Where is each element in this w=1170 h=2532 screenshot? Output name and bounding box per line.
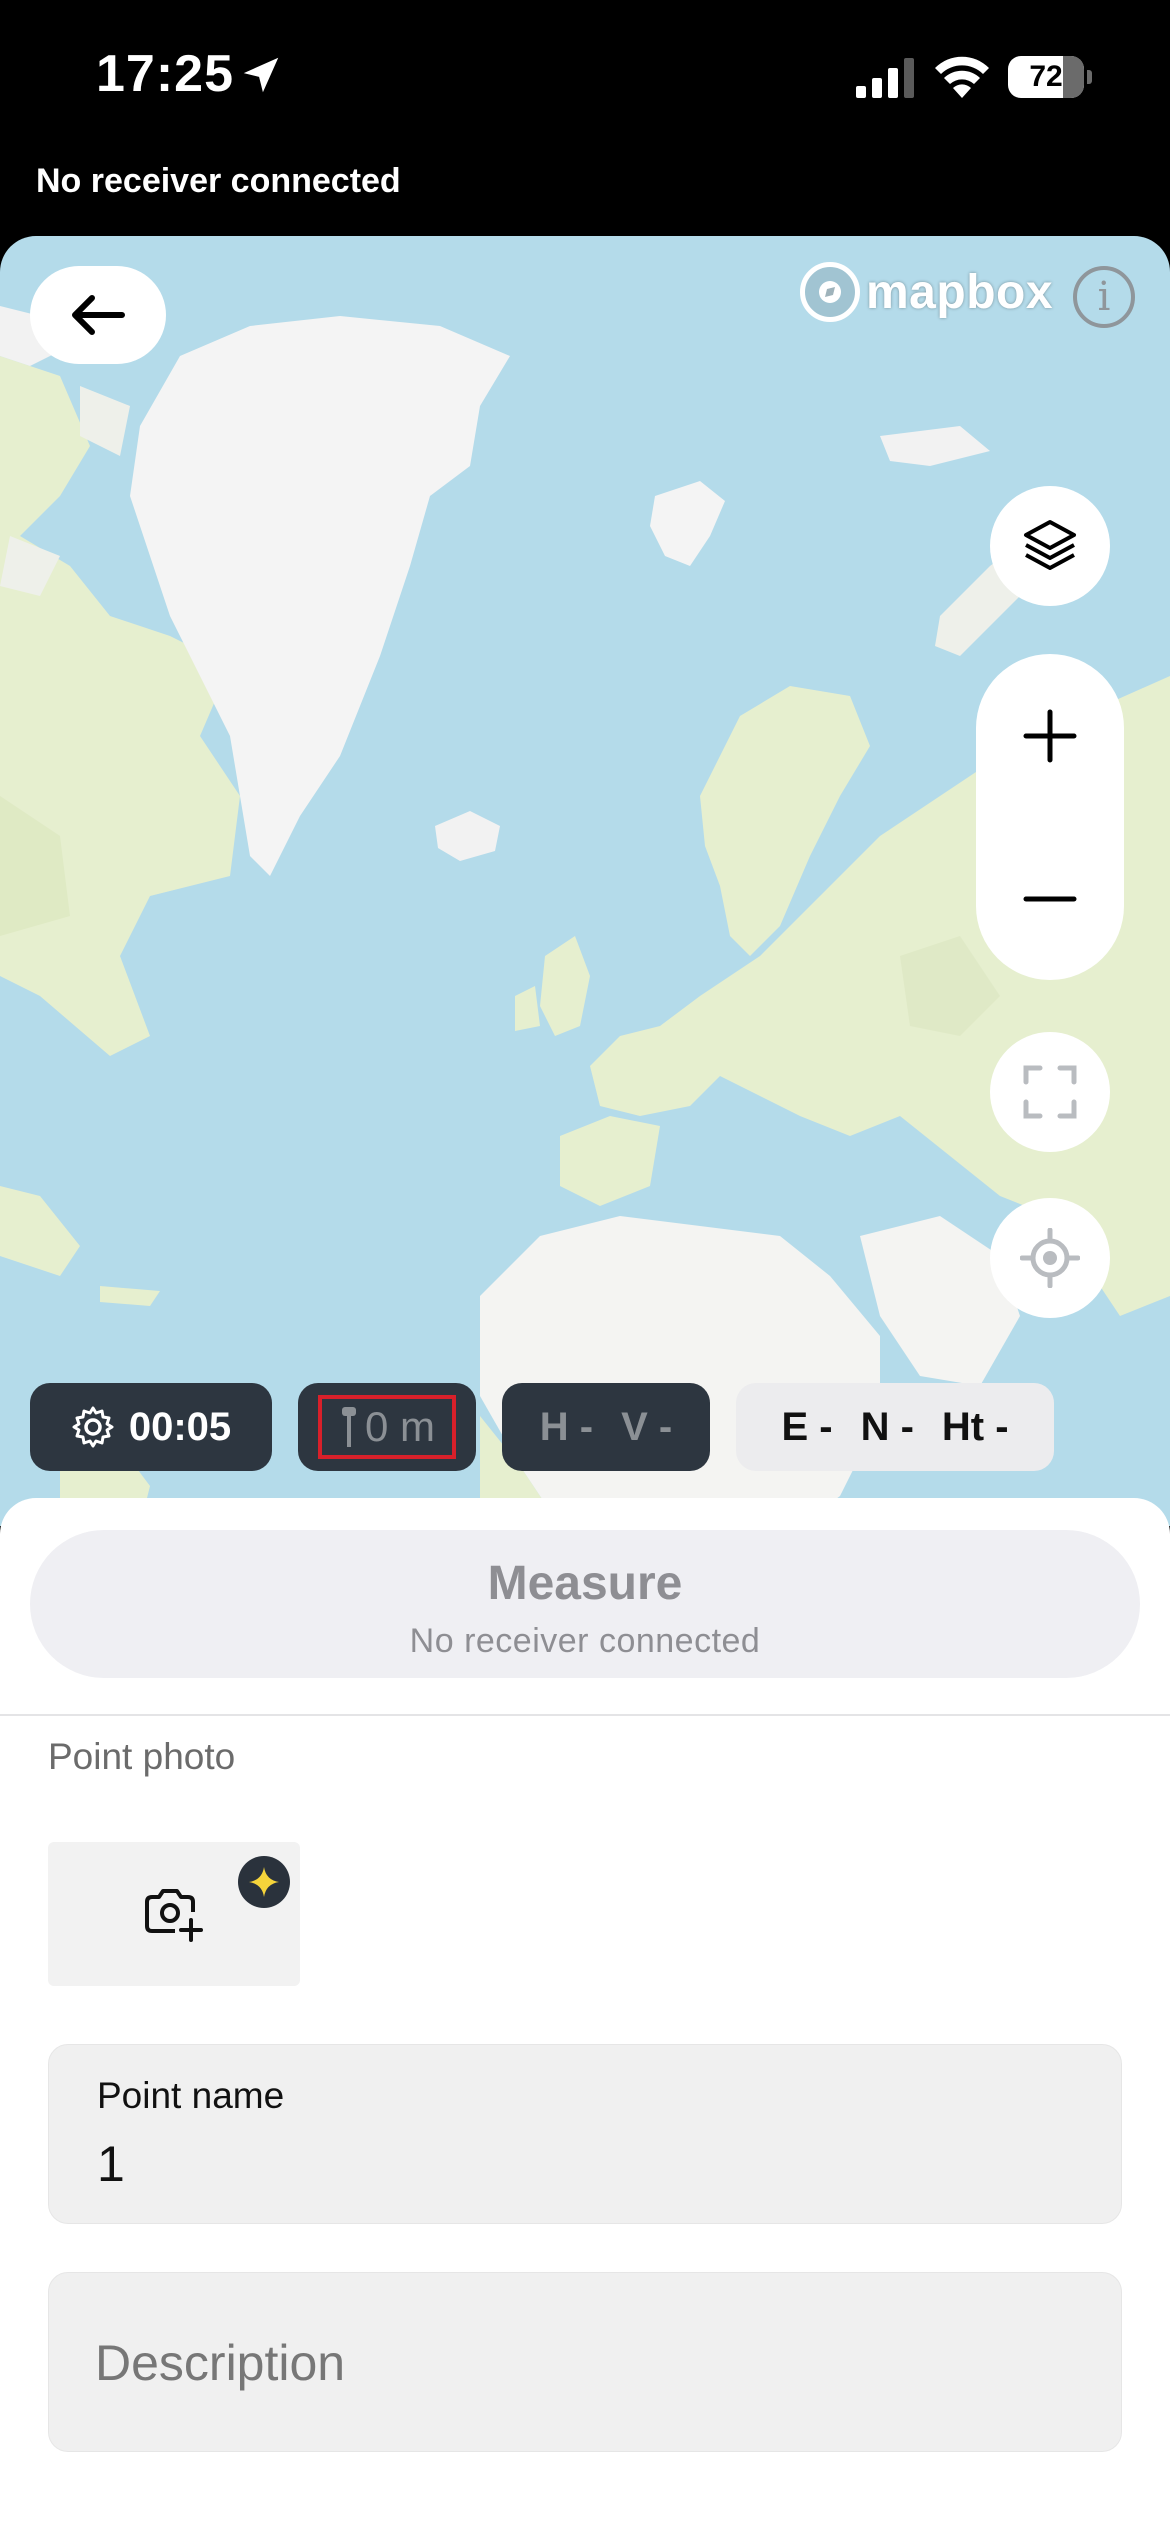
zoom-out-icon	[1023, 896, 1077, 901]
map-view[interactable]: mapbox i 00:05 0 m H - V - E - N - Ht -	[0, 236, 1170, 1526]
fullscreen-icon	[1023, 1065, 1077, 1119]
point-name-field[interactable]: Point name 1	[48, 2044, 1122, 2224]
survey-pole-icon	[341, 1407, 356, 1447]
measure-title: Measure	[487, 1557, 683, 1610]
locate-me-button[interactable]	[990, 1198, 1110, 1318]
status-time: 17:25	[96, 45, 234, 103]
horizontal-accuracy: H -	[539, 1404, 594, 1449]
mapbox-logo-text: mapbox	[866, 265, 1054, 319]
zoom-out-button[interactable]	[976, 817, 1124, 980]
fullscreen-button[interactable]	[990, 1032, 1110, 1152]
crosshair-locate-icon	[1020, 1228, 1080, 1288]
point-entry-sheet: Measure No receiver connected Point phot…	[0, 1498, 1170, 2532]
description-input[interactable]	[95, 2325, 1055, 2401]
recording-timer-chip[interactable]: 00:05	[30, 1383, 272, 1471]
vertical-accuracy: V -	[621, 1404, 673, 1449]
height-value: Ht -	[941, 1404, 1009, 1449]
camera-add-icon	[145, 1889, 203, 1942]
easting-value: E -	[781, 1404, 833, 1449]
measure-subtitle: No receiver connected	[409, 1622, 761, 1660]
northing-value: N -	[860, 1404, 914, 1449]
back-arrow-icon	[72, 295, 125, 335]
divider	[0, 1714, 1170, 1716]
zoom-in-icon	[1023, 709, 1077, 762]
point-name-value[interactable]: 1	[97, 2135, 125, 2193]
location-arrow-icon	[243, 57, 279, 93]
layers-icon	[1024, 520, 1076, 570]
status-bar: 17:25 72	[0, 0, 1170, 150]
pole-height-highlight: 0 m	[318, 1395, 456, 1459]
mapbox-attribution-logo[interactable]: mapbox	[800, 262, 1053, 322]
sparkle-badge-icon[interactable]	[238, 1856, 290, 1908]
receiver-status-banner: No receiver connected	[36, 162, 401, 200]
layers-button[interactable]	[990, 486, 1110, 606]
zoom-controls	[976, 654, 1124, 980]
back-button[interactable]	[30, 266, 166, 364]
cellular-signal-icon	[856, 58, 914, 98]
timer-value: 00:05	[128, 1404, 232, 1449]
measure-button[interactable]: Measure No receiver connected	[30, 1530, 1140, 1678]
battery-indicator: 72	[1008, 56, 1092, 98]
battery-level: 72	[1029, 60, 1063, 93]
point-photo-label: Point photo	[48, 1736, 236, 1777]
coordinates-chip[interactable]: E - N - Ht -	[736, 1383, 1054, 1471]
zoom-in-button[interactable]	[976, 654, 1124, 817]
point-name-label: Point name	[97, 2075, 285, 2116]
pole-height-chip[interactable]: 0 m	[298, 1383, 476, 1471]
info-icon[interactable]: i	[1073, 266, 1135, 328]
description-field[interactable]	[48, 2272, 1122, 2452]
gear-icon	[72, 1406, 114, 1448]
pole-height-value: 0 m	[364, 1403, 435, 1450]
wifi-icon	[935, 56, 989, 98]
mapbox-logo-icon	[800, 262, 860, 322]
accuracy-chip[interactable]: H - V -	[502, 1383, 710, 1471]
